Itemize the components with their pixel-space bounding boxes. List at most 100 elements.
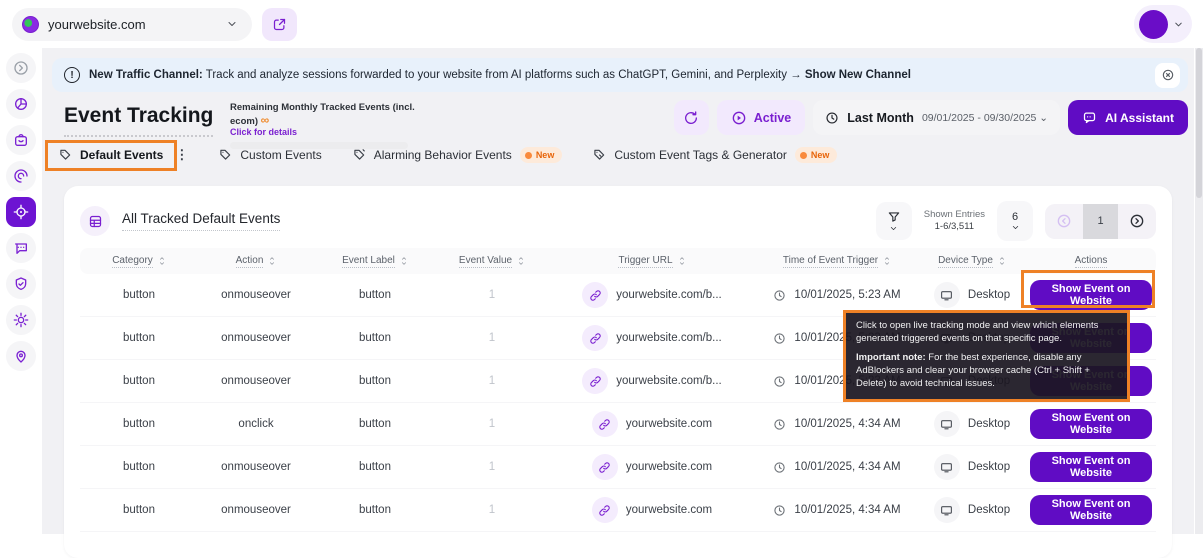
banner-cta[interactable]: Show New Channel	[805, 69, 911, 81]
cell-event-value: 1	[436, 375, 548, 387]
chat-bubble-icon	[13, 240, 29, 256]
tag-alert-icon	[352, 148, 366, 162]
new-badge: New	[520, 147, 563, 163]
show-event-button[interactable]: Show Event on Website	[1030, 452, 1152, 482]
scrollbar-thumb[interactable]	[1196, 48, 1202, 198]
cell-trigger-url[interactable]: yourwebsite.com/b...	[548, 282, 756, 308]
clock-icon	[773, 461, 786, 474]
link-icon	[582, 325, 608, 351]
page-scrollbar[interactable]	[1195, 48, 1203, 534]
cell-trigger-url[interactable]: yourwebsite.com	[548, 497, 756, 523]
tab-label: Custom Events	[240, 148, 321, 162]
period-range: 09/01/2025 - 09/30/2025 ⌄	[922, 112, 1048, 124]
cell-time: 10/01/2025, 5:23 AM	[756, 289, 918, 302]
chat-icon	[1082, 110, 1097, 125]
ai-assistant-button[interactable]: AI Assistant	[1068, 100, 1188, 135]
cell-event-label: button	[314, 289, 436, 301]
status-label: Active	[754, 111, 792, 125]
cell-event-value: 1	[436, 418, 548, 430]
tag-generator-icon	[592, 148, 606, 162]
tab-custom-events[interactable]: Custom Events	[218, 148, 321, 162]
page-size-value: 6	[1012, 211, 1018, 223]
sidebar-item-chat[interactable]	[6, 233, 36, 263]
prev-page-button[interactable]	[1045, 213, 1083, 229]
sidebar-item-privacy[interactable]	[6, 269, 36, 299]
cell-time: 10/01/2025, 4:34 AM	[756, 461, 918, 474]
column-action[interactable]: Action	[198, 255, 314, 268]
clock-icon	[773, 418, 786, 431]
cell-event-value: 1	[436, 461, 548, 473]
cell-time: 10/01/2025, 4:34 AM	[756, 504, 918, 517]
cell-trigger-url[interactable]: yourwebsite.com/b...	[548, 325, 756, 351]
user-menu[interactable]	[1134, 5, 1192, 43]
sort-icon	[268, 256, 276, 266]
tab-alarming-behavior-events[interactable]: Alarming Behavior Events New	[352, 147, 563, 163]
cell-device: Desktop	[918, 454, 1026, 480]
clock-icon	[773, 332, 786, 345]
chevron-down-icon	[226, 18, 238, 30]
table-row: button onmouseover button 1 yourwebsite.…	[80, 446, 1156, 489]
column-event-value[interactable]: Event Value	[436, 255, 548, 268]
shown-entries-value: 1-6/3,511	[924, 221, 985, 233]
cell-action: onmouseover	[198, 504, 314, 516]
quota-details-link[interactable]: Click for details	[230, 127, 420, 137]
column-device-type[interactable]: Device Type	[918, 255, 1026, 268]
cell-event-label: button	[314, 461, 436, 473]
ai-assistant-label: AI Assistant	[1105, 111, 1174, 125]
table-title: All Tracked Default Events	[122, 211, 280, 231]
tab-menu-kebab-icon[interactable]: ⋮	[175, 147, 188, 163]
tracking-status-button[interactable]: Active	[717, 100, 806, 135]
funnel-icon	[887, 210, 901, 224]
filter-button[interactable]	[876, 202, 912, 240]
next-page-button[interactable]	[1118, 213, 1156, 229]
sidebar-item-event-tracking[interactable]	[6, 197, 36, 227]
cell-trigger-url[interactable]: yourwebsite.com	[548, 411, 756, 437]
cell-action: onmouseover	[198, 375, 314, 387]
site-selector[interactable]: yourwebsite.com	[12, 8, 252, 41]
tooltip-note: Important note: For the best experience,…	[856, 352, 1117, 390]
show-event-button[interactable]: Show Event on Website	[1030, 280, 1152, 310]
period-label: Last Month	[847, 111, 914, 125]
tab-default-events[interactable]: Default Events ⋮	[58, 147, 188, 163]
cell-action: onclick	[198, 418, 314, 430]
page-size-selector[interactable]: 6	[997, 201, 1033, 241]
badge-dot	[525, 152, 532, 159]
avatar	[1139, 10, 1168, 39]
current-page: 1	[1083, 204, 1118, 239]
sidebar-item-collapse[interactable]	[6, 53, 36, 83]
show-event-button[interactable]: Show Event on Website	[1030, 495, 1152, 525]
sidebar-item-analytics[interactable]	[6, 89, 36, 119]
sidebar-item-settings[interactable]	[6, 305, 36, 335]
cell-actions: Show Event on Website	[1026, 452, 1156, 482]
cell-device: Desktop	[918, 282, 1026, 308]
cell-category: button	[80, 332, 198, 344]
cell-event-label: button	[314, 504, 436, 516]
sort-icon	[158, 256, 166, 266]
tab-label: Alarming Behavior Events	[374, 148, 512, 162]
sidebar-item-gauge[interactable]	[6, 161, 36, 191]
arrow-right-circle-icon	[1129, 213, 1145, 229]
sidebar-item-commerce[interactable]	[6, 125, 36, 155]
column-category[interactable]: Category	[80, 255, 198, 268]
sort-icon	[678, 256, 686, 266]
cell-trigger-url[interactable]: yourwebsite.com	[548, 454, 756, 480]
banner-close-button[interactable]	[1155, 63, 1180, 88]
date-range-selector[interactable]: Last Month 09/01/2025 - 09/30/2025 ⌄	[813, 100, 1060, 135]
cell-category: button	[80, 461, 198, 473]
page-header: Event Tracking Remaining Monthly Tracked…	[64, 100, 1188, 142]
gear-icon	[13, 312, 29, 328]
show-event-button[interactable]: Show Event on Website	[1030, 409, 1152, 439]
cell-trigger-url[interactable]: yourwebsite.com/b...	[548, 368, 756, 394]
column-trigger-url[interactable]: Trigger URL	[548, 255, 756, 268]
column-event-label[interactable]: Event Label	[314, 255, 436, 268]
open-website-button[interactable]	[262, 8, 297, 41]
sidebar-item-location[interactable]	[6, 341, 36, 371]
cell-action: onmouseover	[198, 332, 314, 344]
refresh-button[interactable]	[674, 100, 709, 135]
clock-icon	[825, 111, 839, 125]
cell-category: button	[80, 504, 198, 516]
tab-custom-event-tags[interactable]: Custom Event Tags & Generator New	[592, 147, 837, 163]
column-time[interactable]: Time of Event Trigger	[756, 255, 918, 268]
cell-actions: Show Event on Website	[1026, 495, 1156, 525]
cell-actions: Show Event on Website	[1026, 409, 1156, 439]
